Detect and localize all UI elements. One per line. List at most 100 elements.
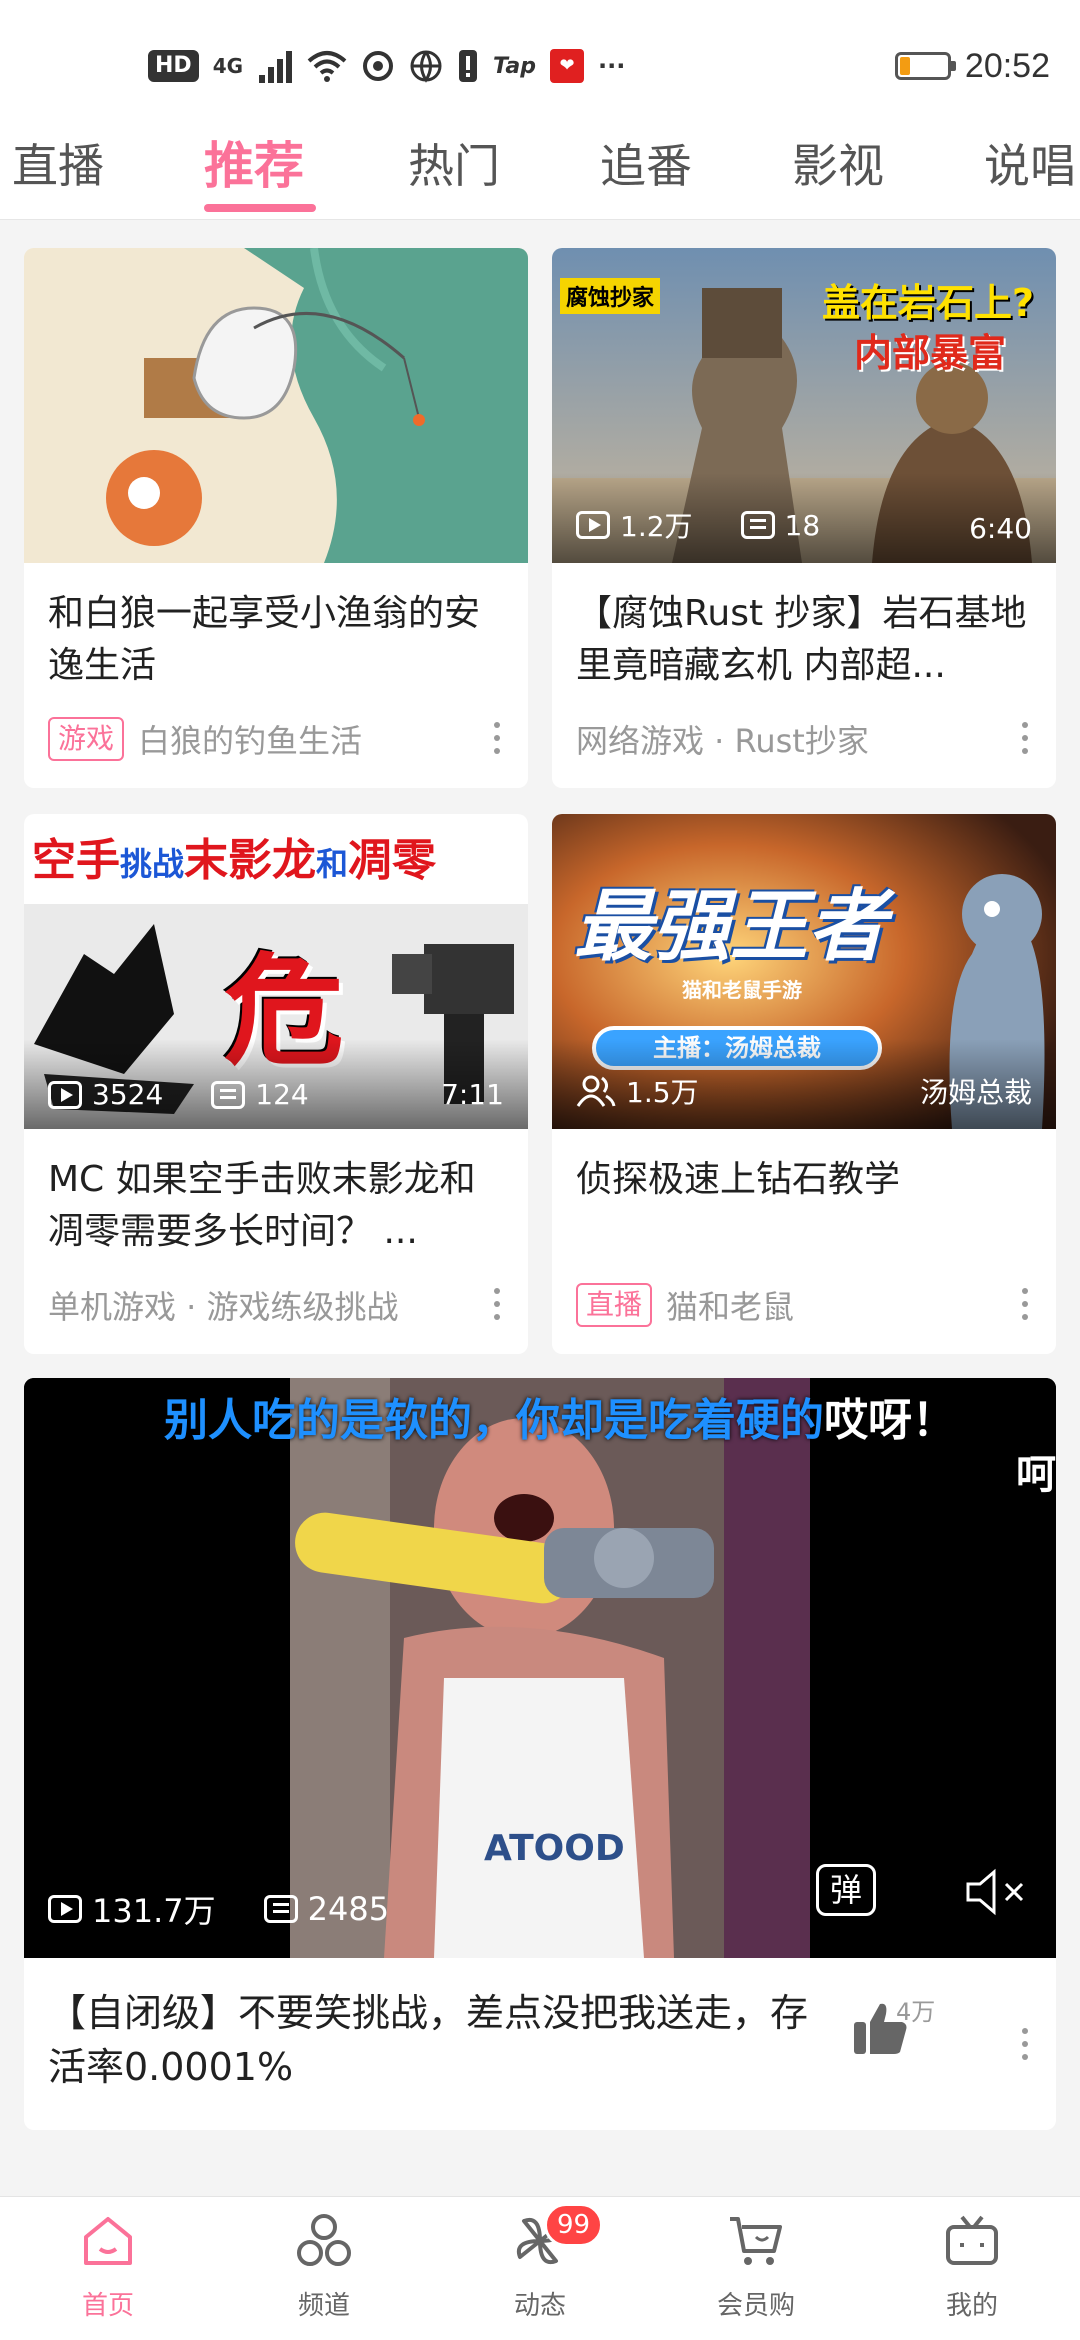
video-stats: 3524 124 (48, 1078, 343, 1111)
more-options-icon[interactable] (1022, 722, 1028, 754)
nav-label: 会员购 (716, 2291, 795, 2321)
danmaku-toggle-button[interactable]: 弹 (816, 1864, 876, 1916)
category-and-uploader[interactable]: 网络游戏 · Rust抄家 (576, 716, 869, 762)
tab-recommend[interactable]: 推荐 (204, 126, 304, 198)
play-count-icon (48, 1080, 82, 1109)
wifi-icon (307, 46, 347, 86)
play-count: 131.7万 (92, 1892, 216, 1930)
live-badge: 直播 (576, 1283, 653, 1327)
more-options-icon[interactable] (494, 722, 500, 754)
danmaku-count: 124 (255, 1078, 309, 1111)
tab-anime[interactable]: 追番 (600, 130, 692, 196)
thumbnail-headline: 空手挑战末影龙和凋零 (32, 835, 437, 886)
video-title[interactable]: 【腐蚀Rust 抄家】岩石基地里竟暗藏玄机 内部超... (576, 588, 1032, 692)
tabs-divider (0, 219, 1080, 220)
nav-label: 频道 (297, 2291, 350, 2321)
video-duration: 7:11 (441, 1078, 504, 1111)
tab-film[interactable]: 影视 (792, 130, 884, 196)
nav-dynamic[interactable]: 99 动态 (470, 2203, 610, 2322)
tab-hot[interactable]: 热门 (408, 130, 500, 196)
globe-icon (409, 46, 443, 86)
thumbnail-tag: 腐蚀抄家 (560, 278, 661, 314)
notification-badge: 99 (544, 2203, 604, 2247)
tab-live[interactable]: 直播 (12, 130, 104, 196)
clock: 20:52 (964, 46, 1050, 85)
alert-icon (457, 46, 479, 86)
mute-icon[interactable] (964, 1868, 1028, 1920)
video-meta: 网络游戏 · Rust抄家 (576, 716, 869, 762)
viewer-count: 1.5万 (626, 1076, 699, 1109)
signal-icon (257, 49, 293, 83)
play-count-icon (48, 1895, 82, 1923)
video-thumbnail[interactable]: 腐蚀抄家 盖在岩石上? 内部暴富 1.2万 18 6:40 (552, 248, 1056, 563)
category-badge: 游戏 (48, 717, 125, 761)
cart-icon (726, 2211, 786, 2271)
video-subtitle-cut: 呵 (1016, 1452, 1056, 1498)
streamer-name-overlay: 汤姆总裁 (919, 1076, 1032, 1109)
more-notifications-icon: ··· (598, 52, 626, 80)
live-thumbnail[interactable]: 最强王者 猫和老鼠手游 主播：汤姆总裁 1.5万 汤姆总裁 (552, 814, 1056, 1129)
thumbnail-headline: 盖在岩石上? (821, 281, 1034, 325)
battery-icon (894, 52, 956, 80)
nav-label: 我的 (945, 2291, 998, 2321)
netease-icon (361, 46, 395, 86)
nav-shop[interactable]: 会员购 (686, 2211, 826, 2322)
play-count-icon (576, 511, 610, 539)
video-card[interactable]: 和白狼一起享受小渔翁的安逸生活 游戏 白狼的钓鱼生活 (24, 248, 528, 788)
channel-icon (294, 2211, 354, 2271)
live-category[interactable]: 猫和老鼠 (666, 1282, 794, 1328)
viewers-icon (576, 1075, 616, 1107)
play-count: 3524 (92, 1078, 164, 1111)
status-icons: HD 4G Tap ❤ ··· (148, 42, 625, 90)
tab-rap[interactable]: 说唱 (984, 130, 1076, 196)
taptap-icon: Tap (493, 53, 537, 79)
category-and-uploader[interactable]: 单机游戏 · 游戏练级挑战 (48, 1282, 399, 1328)
live-title[interactable]: 侦探极速上钻石教学 (576, 1154, 1032, 1206)
shirt-text: ATOOD (484, 1828, 625, 1869)
thumbnail-sublogo: 猫和老鼠手游 (682, 978, 802, 1002)
category-tabs: 直播 推荐 热门 追番 影视 说唱 (0, 120, 1080, 220)
home-icon (78, 2211, 138, 2271)
status-right: 20:52 (894, 42, 1050, 90)
video-subtitle: 别人吃的是软的，你却是吃着硬的哎呀！ (164, 1395, 956, 1446)
danmaku-icon (211, 1080, 246, 1109)
uploader-name[interactable]: 白狼的钓鱼生活 (138, 716, 362, 762)
nav-home[interactable]: 首页 (38, 2211, 178, 2322)
thumbnail-logo: 最强王者 (574, 882, 887, 972)
danmaku-icon (263, 1895, 298, 1923)
active-tab-indicator (204, 204, 316, 212)
app-notification-icon: ❤ (550, 49, 585, 83)
nav-label: 首页 (81, 2291, 134, 2321)
bottom-navigation: 首页 频道 99 动态 会员购 我的 (0, 2196, 1080, 2340)
live-meta: 直播 猫和老鼠 (576, 1282, 794, 1328)
more-options-icon[interactable] (1022, 2028, 1028, 2060)
danmaku-count: 18 (784, 508, 821, 542)
featured-video-card[interactable]: 别人吃的是软的，你却是吃着硬的哎呀！ 呵 ATOOD 131.7万 2485 弹… (24, 1378, 1056, 2130)
thumbnail-headline: 内部暴富 (853, 331, 1006, 375)
video-card[interactable]: 腐蚀抄家 盖在岩石上? 内部暴富 1.2万 18 6:40 【腐蚀Rust 抄家… (552, 248, 1056, 788)
live-stats: 1.5万 (576, 1071, 733, 1111)
video-title[interactable]: 和白狼一起享受小渔翁的安逸生活 (48, 588, 504, 692)
live-card[interactable]: 最强王者 猫和老鼠手游 主播：汤姆总裁 1.5万 汤姆总裁 侦探极速上钻石教学 … (552, 814, 1056, 1354)
video-duration: 6:40 (969, 512, 1032, 545)
nav-channel[interactable]: 频道 (254, 2211, 394, 2322)
video-meta: 单机游戏 · 游戏练级挑战 (48, 1282, 399, 1328)
video-title[interactable]: 【自闭级】不要笑挑战，差点没把我送走，存活率0.0001% (48, 1986, 816, 2094)
play-count: 1.2万 (620, 510, 693, 543)
video-stats: 1.2万 18 (576, 505, 854, 545)
nav-label: 动态 (513, 2291, 566, 2321)
tv-icon (942, 2211, 1002, 2271)
video-thumbnail[interactable] (24, 248, 528, 563)
danmaku-icon (740, 511, 775, 539)
more-options-icon[interactable] (494, 1288, 500, 1320)
video-card[interactable]: 空手挑战末影龙和凋零 危 3524 124 7:11 MC 如果空手击败末影龙和… (24, 814, 528, 1354)
video-stats: 131.7万 2485 (48, 1886, 423, 1932)
video-title[interactable]: MC 如果空手击败末影龙和凋零需要多长时间？ ... (48, 1154, 504, 1258)
network-type: 4G (212, 54, 244, 78)
status-bar: HD 4G Tap ❤ ··· 20:52 (0, 0, 1080, 120)
video-player[interactable]: 别人吃的是软的，你却是吃着硬的哎呀！ 呵 ATOOD 131.7万 2485 弹 (24, 1378, 1056, 1958)
video-thumbnail[interactable]: 空手挑战末影龙和凋零 危 3524 124 7:11 (24, 814, 528, 1129)
nav-me[interactable]: 我的 (902, 2211, 1042, 2322)
more-options-icon[interactable] (1022, 1288, 1028, 1320)
battery-level (899, 57, 910, 75)
